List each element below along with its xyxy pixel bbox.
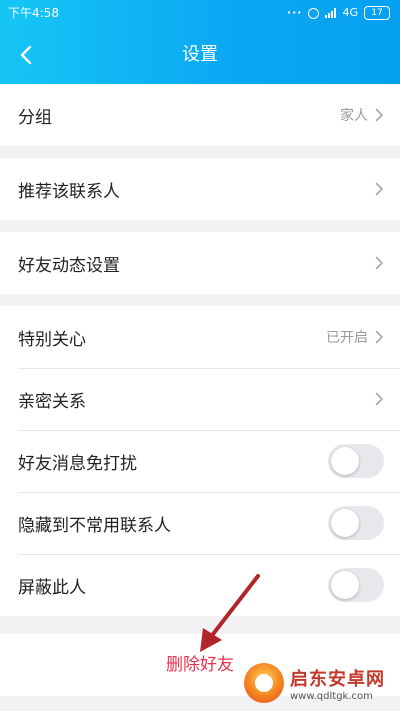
settings-row-mute: 好友消息免打扰 xyxy=(0,430,400,492)
signal-icon xyxy=(325,8,337,18)
row-label: 推荐该联系人 xyxy=(18,181,120,202)
settings-row-special-care[interactable]: 特别关心 已开启 xyxy=(0,306,400,368)
settings-row-hide: 隐藏到不常用联系人 xyxy=(0,492,400,554)
toggle-knob xyxy=(331,571,359,599)
watermark-logo-icon xyxy=(244,663,284,703)
block-toggle[interactable] xyxy=(328,568,384,602)
settings-group-3: 好友动态设置 xyxy=(0,232,400,294)
toggle-knob xyxy=(331,509,359,537)
notification-dots-icon: ··· xyxy=(286,6,303,19)
settings-group-2: 推荐该联系人 xyxy=(0,158,400,220)
status-icons: ··· 4G 17 xyxy=(287,0,390,26)
settings-row-group[interactable]: 分组 家人 xyxy=(0,84,400,146)
chevron-right-icon xyxy=(375,256,384,270)
network-type: 4G xyxy=(342,6,358,19)
section-gap xyxy=(0,220,400,232)
watermark: 启东安卓网 www.qdltgk.com xyxy=(244,659,394,707)
settings-row-recommend[interactable]: 推荐该联系人 xyxy=(0,158,400,220)
row-label: 亲密关系 xyxy=(18,391,86,412)
settings-row-moments[interactable]: 好友动态设置 xyxy=(0,232,400,294)
settings-list: 分组 家人 推荐该联系人 好友动态设置 特别关心 已开启 亲密关系 好友消息免打… xyxy=(0,84,400,616)
chevron-right-icon xyxy=(375,182,384,196)
settings-group-4: 特别关心 已开启 亲密关系 好友消息免打扰 隐藏到不常用联系人 屏蔽此人 xyxy=(0,306,400,616)
app-header: 下午4:58 ··· 4G 17 设置 xyxy=(0,0,400,84)
row-value: 已开启 xyxy=(326,330,368,346)
chevron-right-icon xyxy=(375,330,384,344)
row-label: 分组 xyxy=(18,107,52,128)
battery-icon: 17 xyxy=(364,6,390,20)
watermark-url: www.qdltgk.com xyxy=(290,690,373,702)
chevron-right-icon xyxy=(375,392,384,406)
section-gap xyxy=(0,294,400,306)
status-bar: 下午4:58 ··· 4G 17 xyxy=(0,0,400,26)
alarm-icon xyxy=(308,7,320,19)
row-label: 好友动态设置 xyxy=(18,255,120,276)
page-title: 设置 xyxy=(182,44,218,65)
mute-toggle[interactable] xyxy=(328,444,384,478)
watermark-title: 启东安卓网 xyxy=(290,668,385,690)
row-label: 隐藏到不常用联系人 xyxy=(18,515,171,536)
settings-group-1: 分组 家人 xyxy=(0,84,400,146)
chevron-right-icon xyxy=(375,108,384,122)
section-gap xyxy=(0,146,400,158)
row-label: 好友消息免打扰 xyxy=(18,453,137,474)
status-time: 下午4:58 xyxy=(8,6,59,20)
row-value: 家人 xyxy=(340,108,368,124)
row-label: 屏蔽此人 xyxy=(18,577,86,598)
title-bar: 设置 xyxy=(0,26,400,84)
hide-toggle[interactable] xyxy=(328,506,384,540)
settings-row-intimacy[interactable]: 亲密关系 xyxy=(0,368,400,430)
settings-row-block: 屏蔽此人 xyxy=(0,554,400,616)
row-label: 特别关心 xyxy=(18,329,86,350)
toggle-knob xyxy=(331,447,359,475)
